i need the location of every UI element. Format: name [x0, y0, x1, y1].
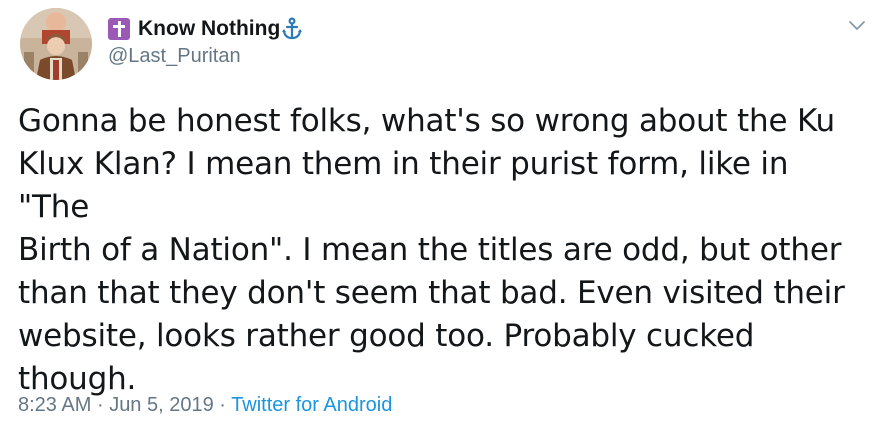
tweet-time[interactable]: 8:23 AM [18, 394, 91, 416]
display-name: Know Nothing [138, 17, 281, 40]
meta-separator: · [96, 394, 104, 416]
chevron-down-icon[interactable] [846, 14, 868, 36]
latin-cross-icon [108, 18, 130, 40]
meta-separator: · [219, 394, 226, 416]
tweet-metadata: 8:23 AM · Jun 5, 2019 · Twitter for Andr… [18, 394, 392, 417]
anchor-icon [281, 17, 303, 41]
user-handle[interactable]: @Last_Puritan [108, 45, 303, 68]
tweet-date[interactable]: Jun 5, 2019 [109, 394, 214, 416]
tweet-text: Gonna be honest folks, what's so wrong a… [18, 103, 845, 397]
tweet-source-link[interactable]: Twitter for Android [231, 394, 392, 416]
user-header: Know Nothing @Last_Puritan [108, 14, 303, 68]
avatar-image [20, 8, 92, 80]
avatar[interactable] [20, 8, 92, 80]
display-name-link[interactable]: Know Nothing [108, 14, 303, 44]
tweet-card: Know Nothing @Last_Puritan Gonna be hone… [0, 0, 882, 433]
